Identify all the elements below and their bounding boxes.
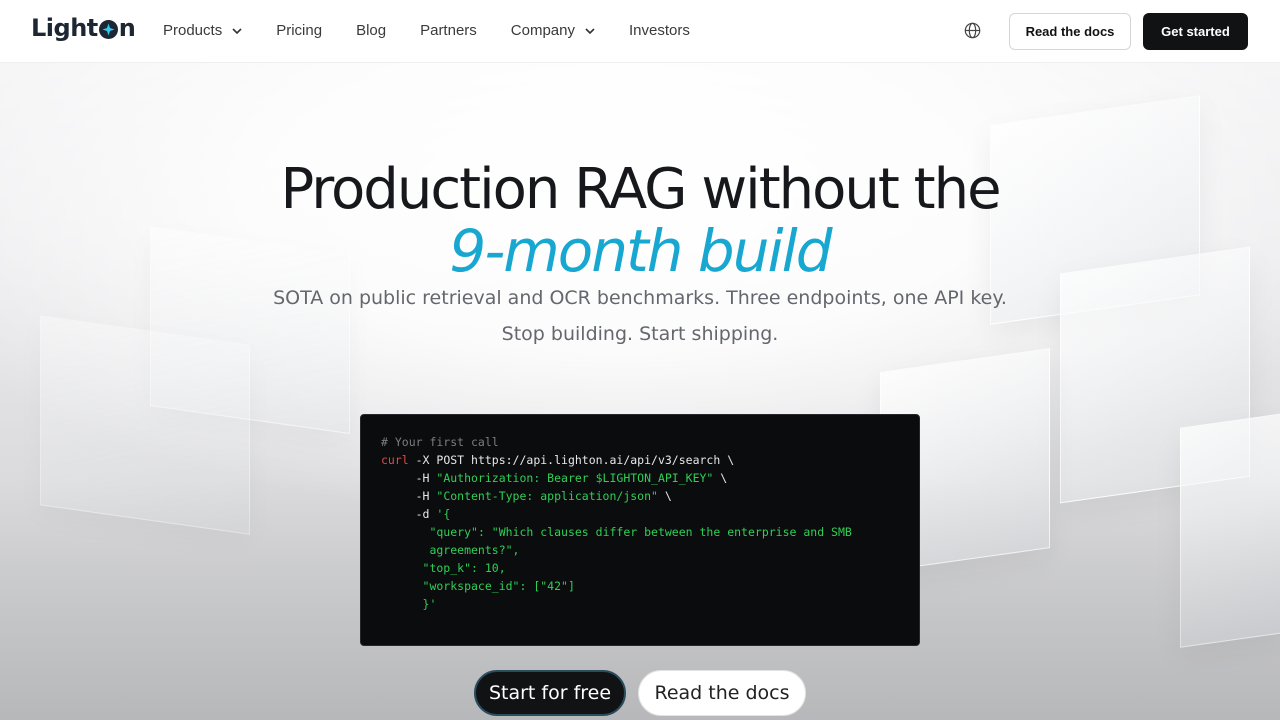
- nav-item-blog[interactable]: Blog: [356, 22, 386, 39]
- code-comment: # Your first call: [381, 435, 499, 449]
- nav-item-products[interactable]: Products: [163, 22, 242, 39]
- nav-label: Blog: [356, 22, 387, 39]
- lighton-logo[interactable]: Light n: [31, 14, 136, 42]
- code-topk-key: "top_k": [381, 561, 472, 575]
- code-snippet: # Your first call curl -X POST https://a…: [360, 414, 920, 646]
- chevron-down-icon: [585, 22, 595, 39]
- globe-icon[interactable]: [964, 22, 981, 44]
- main-menu: Products Pricing Blog Partners Company I…: [163, 22, 724, 39]
- code-query-value-cont: agreements?",: [381, 543, 520, 557]
- chevron-down-icon: [232, 22, 242, 39]
- nav-label: Products: [163, 22, 223, 39]
- get-started-button[interactable]: Get started: [1143, 13, 1248, 50]
- code-flag: -H: [381, 489, 437, 503]
- code-flag: -H: [381, 471, 437, 485]
- hero-title-line2: 9-month build: [449, 217, 832, 285]
- logo-text-part2: n: [118, 14, 136, 42]
- hero-tagline: Stop building. Start shipping.: [501, 323, 779, 345]
- code-workspace-key: "workspace_id": [381, 579, 520, 593]
- code-header-auth: "Authorization: Bearer $LIGHTON_API_KEY": [436, 471, 714, 485]
- code-command: curl: [381, 453, 409, 467]
- code-body-open: '{: [436, 507, 451, 521]
- nav-label: Pricing: [276, 22, 323, 39]
- nav-label: Company: [510, 22, 575, 39]
- code-query-key: "query": [381, 525, 478, 539]
- code-flag: -d: [381, 507, 437, 521]
- logo-text-part1: Light: [31, 14, 98, 42]
- code-body-close: }': [381, 597, 437, 611]
- nav-label: Investors: [629, 22, 690, 39]
- code-sep: :: [477, 525, 492, 539]
- nav-item-investors[interactable]: Investors: [629, 22, 690, 39]
- code-url-line: -X POST https://api.lighton.ai/api/v3/se…: [408, 453, 735, 467]
- nav-label: Partners: [420, 22, 477, 39]
- code-header-content-type: "Content-Type: application/json": [436, 489, 658, 503]
- nav-item-pricing[interactable]: Pricing: [276, 22, 322, 39]
- code-query-value: "Which clauses differ between the enterp…: [491, 525, 852, 539]
- nav-item-partners[interactable]: Partners: [420, 22, 477, 39]
- top-navigation: Light n Products Pricing Blog Partners C…: [0, 0, 1280, 63]
- code-continuation: \: [657, 489, 672, 503]
- hero-title-line1: Production RAG without the: [280, 157, 1001, 222]
- read-docs-button[interactable]: Read the docs: [1009, 13, 1131, 50]
- code-continuation: \: [713, 471, 728, 485]
- start-for-free-button[interactable]: Start for free: [474, 670, 626, 716]
- logo-star-icon: [98, 19, 118, 39]
- hero-subtitle: SOTA on public retrieval and OCR benchma…: [273, 287, 1007, 309]
- code-topk-value: : 10,: [471, 561, 506, 575]
- read-docs-hero-button[interactable]: Read the docs: [638, 670, 806, 716]
- nav-item-company[interactable]: Company: [511, 22, 595, 39]
- code-workspace-value: : ["42"]: [519, 579, 575, 593]
